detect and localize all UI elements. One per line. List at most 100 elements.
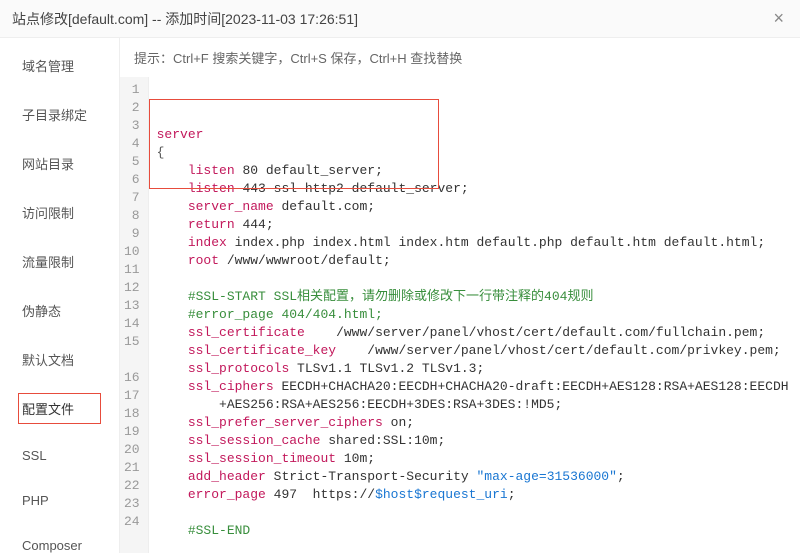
- token-txt: index.php index.html index.htm default.p…: [227, 235, 765, 250]
- code-line[interactable]: #SSL-START SSL相关配置，请勿删除或修改下一行带注释的404规则: [157, 288, 800, 306]
- token-txt: [157, 235, 188, 250]
- line-number: 18: [124, 405, 140, 423]
- line-number: 6: [124, 171, 140, 189]
- token-txt: [157, 379, 188, 394]
- sidebar-item-webdir[interactable]: 网站目录: [18, 148, 101, 179]
- token-txt: /www/server/panel/vhost/cert/default.com…: [336, 343, 781, 358]
- code-line[interactable]: server: [157, 126, 800, 144]
- token-txt: default.com;: [274, 199, 375, 214]
- sidebar-item-php[interactable]: PHP: [18, 487, 101, 514]
- line-number: 23: [124, 495, 140, 513]
- token-txt: 80 default_server;: [235, 163, 383, 178]
- token-dir: listen: [188, 163, 235, 178]
- code-line[interactable]: root /www/wwwroot/default;: [157, 252, 800, 270]
- token-txt: EECDH+CHACHA20:EECDH+CHACHA20-draft:EECD…: [274, 379, 789, 394]
- code-line[interactable]: [157, 270, 800, 288]
- code-line[interactable]: [157, 540, 800, 553]
- code-line[interactable]: server_name default.com;: [157, 198, 800, 216]
- token-punc: {: [157, 145, 165, 160]
- code-line[interactable]: #error_page 404/404.html;: [157, 306, 800, 324]
- code-line[interactable]: ssl_session_timeout 10m;: [157, 450, 800, 468]
- token-txt: [157, 325, 188, 340]
- code-line[interactable]: error_page 497 https://$host$request_uri…: [157, 486, 800, 504]
- token-txt: [157, 253, 188, 268]
- token-txt: /www/wwwroot/default;: [219, 253, 391, 268]
- code-line[interactable]: #SSL-END: [157, 522, 800, 540]
- token-txt: 444;: [235, 217, 274, 232]
- token-txt: [157, 199, 188, 214]
- code-line[interactable]: return 444;: [157, 216, 800, 234]
- token-dir: ssl_ciphers: [188, 379, 274, 394]
- line-number: 21: [124, 459, 140, 477]
- token-txt: [157, 307, 188, 322]
- token-txt: TLSv1.1 TLSv1.2 TLSv1.3;: [289, 361, 484, 376]
- line-number: 13: [124, 297, 140, 315]
- line-number: 19: [124, 423, 140, 441]
- token-txt: 10m;: [336, 451, 375, 466]
- code-line[interactable]: [157, 504, 800, 522]
- code-line[interactable]: ssl_certificate_key /www/server/panel/vh…: [157, 342, 800, 360]
- code-line[interactable]: ssl_prefer_server_ciphers on;: [157, 414, 800, 432]
- sidebar-item-default-doc[interactable]: 默认文档: [18, 344, 101, 375]
- token-dir: ssl_session_cache: [188, 433, 321, 448]
- code-line[interactable]: ssl_protocols TLSv1.1 TLSv1.2 TLSv1.3;: [157, 360, 800, 378]
- line-gutter: 123456789101112131415161718192021222324: [120, 77, 149, 553]
- token-txt: /www/server/panel/vhost/cert/default.com…: [305, 325, 765, 340]
- code-line[interactable]: listen 443 ssl http2 default_server;: [157, 180, 800, 198]
- token-dir: index: [188, 235, 227, 250]
- code-line[interactable]: add_header Strict-Transport-Security "ma…: [157, 468, 800, 486]
- code-line[interactable]: +AES256:RSA+AES256:EECDH+3DES:RSA+3DES:!…: [157, 396, 800, 414]
- code-area[interactable]: server { listen 80 default_server; listen…: [149, 77, 800, 553]
- line-number: 10: [124, 243, 140, 261]
- close-icon[interactable]: ×: [769, 8, 788, 29]
- token-dir: ssl_session_timeout: [188, 451, 336, 466]
- window-title: 站点修改[default.com] -- 添加时间[2023-11-03 17:…: [12, 9, 358, 29]
- code-line[interactable]: ssl_session_cache shared:SSL:10m;: [157, 432, 800, 450]
- line-number: 17: [124, 387, 140, 405]
- sidebar-item-composer[interactable]: Composer: [18, 532, 101, 553]
- token-dir: root: [188, 253, 219, 268]
- line-number: 11: [124, 261, 140, 279]
- token-txt: on;: [383, 415, 414, 430]
- token-dir: server_name: [188, 199, 274, 214]
- sidebar-item-traffic[interactable]: 流量限制: [18, 246, 101, 277]
- sidebar-item-ssl[interactable]: SSL: [18, 442, 101, 469]
- token-cmt: #SSL-END: [188, 523, 250, 538]
- line-number: 8: [124, 207, 140, 225]
- sidebar-item-config[interactable]: 配置文件: [18, 393, 101, 424]
- sidebar-item-access[interactable]: 访问限制: [18, 197, 101, 228]
- code-line[interactable]: index index.php index.html index.htm def…: [157, 234, 800, 252]
- sidebar: 域名管理子目录绑定网站目录访问限制流量限制伪静态默认文档配置文件 SSL PHP Co…: [0, 38, 120, 553]
- code-line[interactable]: listen 80 default_server;: [157, 162, 800, 180]
- token-txt: [157, 451, 188, 466]
- token-dir: return: [188, 217, 235, 232]
- line-number: 2: [124, 99, 140, 117]
- token-txt: 497 https://: [266, 487, 375, 502]
- modal-window: 站点修改[default.com] -- 添加时间[2023-11-03 17:…: [0, 0, 800, 553]
- token-txt: Strict-Transport-Security: [266, 469, 477, 484]
- token-dir: ssl_certificate_key: [188, 343, 336, 358]
- sidebar-item-domain[interactable]: 域名管理: [18, 50, 101, 81]
- line-number: 15: [124, 333, 140, 351]
- token-txt: [157, 469, 188, 484]
- token-txt: [157, 523, 188, 538]
- modal-body: 域名管理子目录绑定网站目录访问限制流量限制伪静态默认文档配置文件 SSL PHP Co…: [0, 38, 800, 553]
- token-txt: [157, 217, 188, 232]
- sidebar-item-rewrite[interactable]: 伪静态: [18, 295, 101, 326]
- line-number: 24: [124, 513, 140, 531]
- sidebar-item-subdir[interactable]: 子目录绑定: [18, 99, 101, 130]
- code-editor[interactable]: 123456789101112131415161718192021222324 …: [120, 77, 800, 553]
- token-txt: [157, 163, 188, 178]
- token-dir: add_header: [188, 469, 266, 484]
- token-kw: server: [157, 127, 204, 142]
- code-line[interactable]: {: [157, 144, 800, 162]
- line-number: 4: [124, 135, 140, 153]
- line-number: 14: [124, 315, 140, 333]
- code-line[interactable]: ssl_certificate /www/server/panel/vhost/…: [157, 324, 800, 342]
- token-txt: [157, 289, 188, 304]
- token-txt: [157, 415, 188, 430]
- main-pane: 提示：Ctrl+F 搜索关键字，Ctrl+S 保存，Ctrl+H 查找替换 12…: [120, 38, 800, 553]
- code-line[interactable]: ssl_ciphers EECDH+CHACHA20:EECDH+CHACHA2…: [157, 378, 800, 396]
- line-number: 9: [124, 225, 140, 243]
- token-dir: ssl_prefer_server_ciphers: [188, 415, 383, 430]
